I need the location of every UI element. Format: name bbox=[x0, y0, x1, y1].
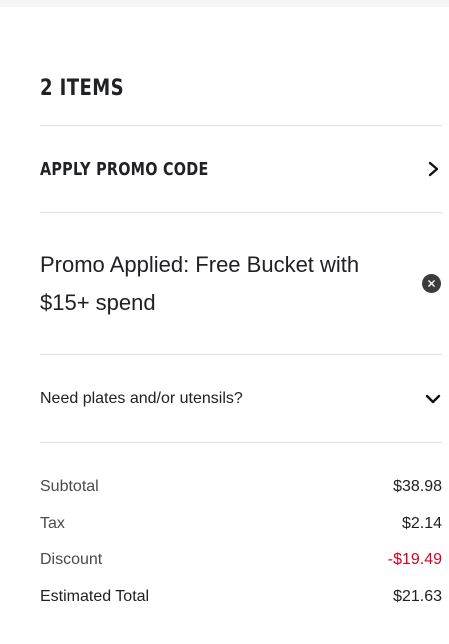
close-icon bbox=[428, 280, 435, 287]
top-strip bbox=[0, 0, 449, 7]
tax-label: Tax bbox=[40, 514, 65, 532]
order-totals: Subtotal $38.98 Tax $2.14 Discount -$19.… bbox=[40, 478, 442, 625]
items-count-heading: 2 ITEMS bbox=[40, 76, 124, 101]
tax-value: $2.14 bbox=[401, 514, 442, 532]
discount-row: Discount -$19.49 bbox=[40, 551, 442, 588]
chevron-down-icon bbox=[425, 394, 441, 403]
estimated-total-label: Estimated Total bbox=[40, 588, 150, 606]
estimated-total-value: $21.63 bbox=[393, 588, 442, 606]
subtotal-label: Subtotal bbox=[40, 478, 99, 495]
discount-value: -$19.49 bbox=[387, 551, 442, 569]
estimated-total-row: Estimated Total $21.63 bbox=[40, 588, 442, 625]
divider bbox=[40, 442, 442, 443]
apply-promo-code-button[interactable]: APPLY PROMO CODE bbox=[40, 126, 442, 212]
promo-applied-row: Promo Applied: Free Bucket with $15+ spe… bbox=[40, 213, 442, 354]
chevron-right-icon bbox=[428, 161, 439, 177]
plates-utensils-toggle[interactable]: Need plates and/or utensils? bbox=[40, 355, 442, 442]
apply-promo-code-label: APPLY PROMO CODE bbox=[40, 158, 209, 180]
tax-row: Tax $2.14 bbox=[40, 515, 442, 552]
remove-promo-button[interactable] bbox=[422, 274, 441, 293]
promo-applied-text: Promo Applied: Free Bucket with $15+ spe… bbox=[40, 251, 360, 315]
subtotal-value: $38.98 bbox=[393, 478, 442, 495]
subtotal-row: Subtotal $38.98 bbox=[40, 478, 442, 515]
plates-utensils-label: Need plates and/or utensils? bbox=[40, 389, 243, 407]
discount-label: Discount bbox=[40, 551, 103, 569]
